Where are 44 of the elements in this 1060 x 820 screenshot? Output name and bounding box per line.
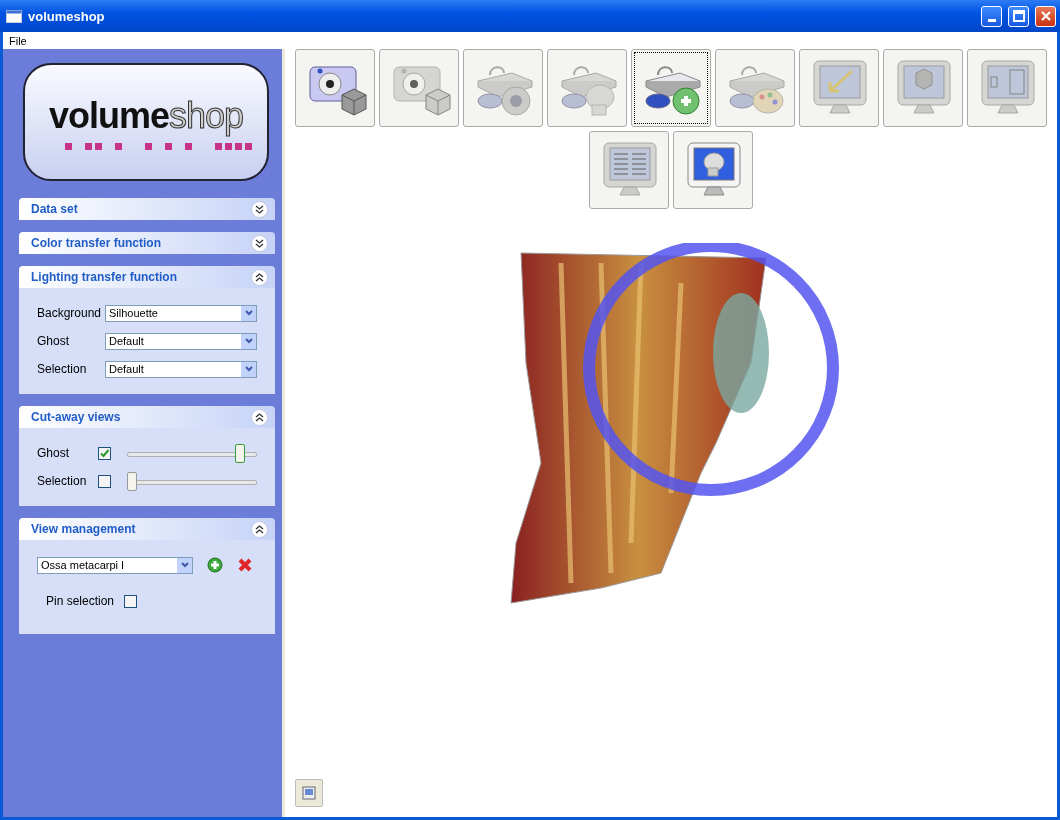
maximize-icon	[1012, 10, 1025, 22]
window-icon	[6, 9, 22, 23]
slider-thumb[interactable]	[235, 443, 245, 463]
dropdown[interactable]: Silhouette	[105, 304, 257, 322]
toolbar-button[interactable]	[631, 49, 711, 127]
add-icon[interactable]	[207, 557, 223, 573]
expand-icon[interactable]	[251, 200, 268, 218]
checkbox[interactable]	[98, 446, 111, 460]
panel-header[interactable]: Lighting transfer function	[19, 266, 275, 288]
dots-icon	[64, 142, 252, 150]
logo-text: volume	[48, 94, 169, 137]
slider[interactable]	[126, 471, 257, 491]
dropdown[interactable]: Ossa metacarpi I	[37, 556, 193, 574]
menu-item[interactable]: File	[3, 34, 33, 47]
minimize-icon	[987, 18, 996, 22]
dropdown[interactable]: Default	[105, 332, 257, 350]
collapse-icon[interactable]	[251, 268, 268, 286]
collapse-icon[interactable]	[251, 408, 268, 426]
logo-text: shop	[169, 94, 244, 137]
slider[interactable]	[126, 443, 257, 463]
close-button[interactable]	[1035, 5, 1056, 27]
maximize-button[interactable]	[1008, 5, 1029, 27]
panel-header[interactable]: Cut-away views	[19, 406, 275, 428]
field-label: Pin selection	[46, 594, 116, 608]
dropdown[interactable]: Default	[105, 360, 257, 378]
collapse-icon[interactable]	[251, 520, 268, 538]
checkbox[interactable]	[124, 594, 137, 608]
panel-header[interactable]: Data set	[19, 198, 275, 220]
checkbox[interactable]	[98, 474, 111, 488]
field-label: Selection	[37, 474, 88, 488]
snapshot-button[interactable]	[295, 779, 323, 807]
field-label: Ghost	[37, 446, 70, 460]
field-label: Background	[37, 306, 103, 320]
field-label: Selection	[37, 362, 88, 376]
close-icon	[1039, 10, 1052, 22]
picture-icon	[302, 786, 316, 800]
field-label: Ghost	[37, 334, 70, 348]
panel-header[interactable]: Color transfer function	[19, 232, 275, 254]
panel-header[interactable]: View management	[19, 518, 275, 540]
window-title: volumeshop	[28, 8, 106, 24]
slider-thumb[interactable]	[126, 471, 137, 491]
expand-icon[interactable]	[251, 234, 268, 252]
delete-icon[interactable]	[237, 557, 253, 573]
minimize-button[interactable]	[981, 5, 1002, 27]
